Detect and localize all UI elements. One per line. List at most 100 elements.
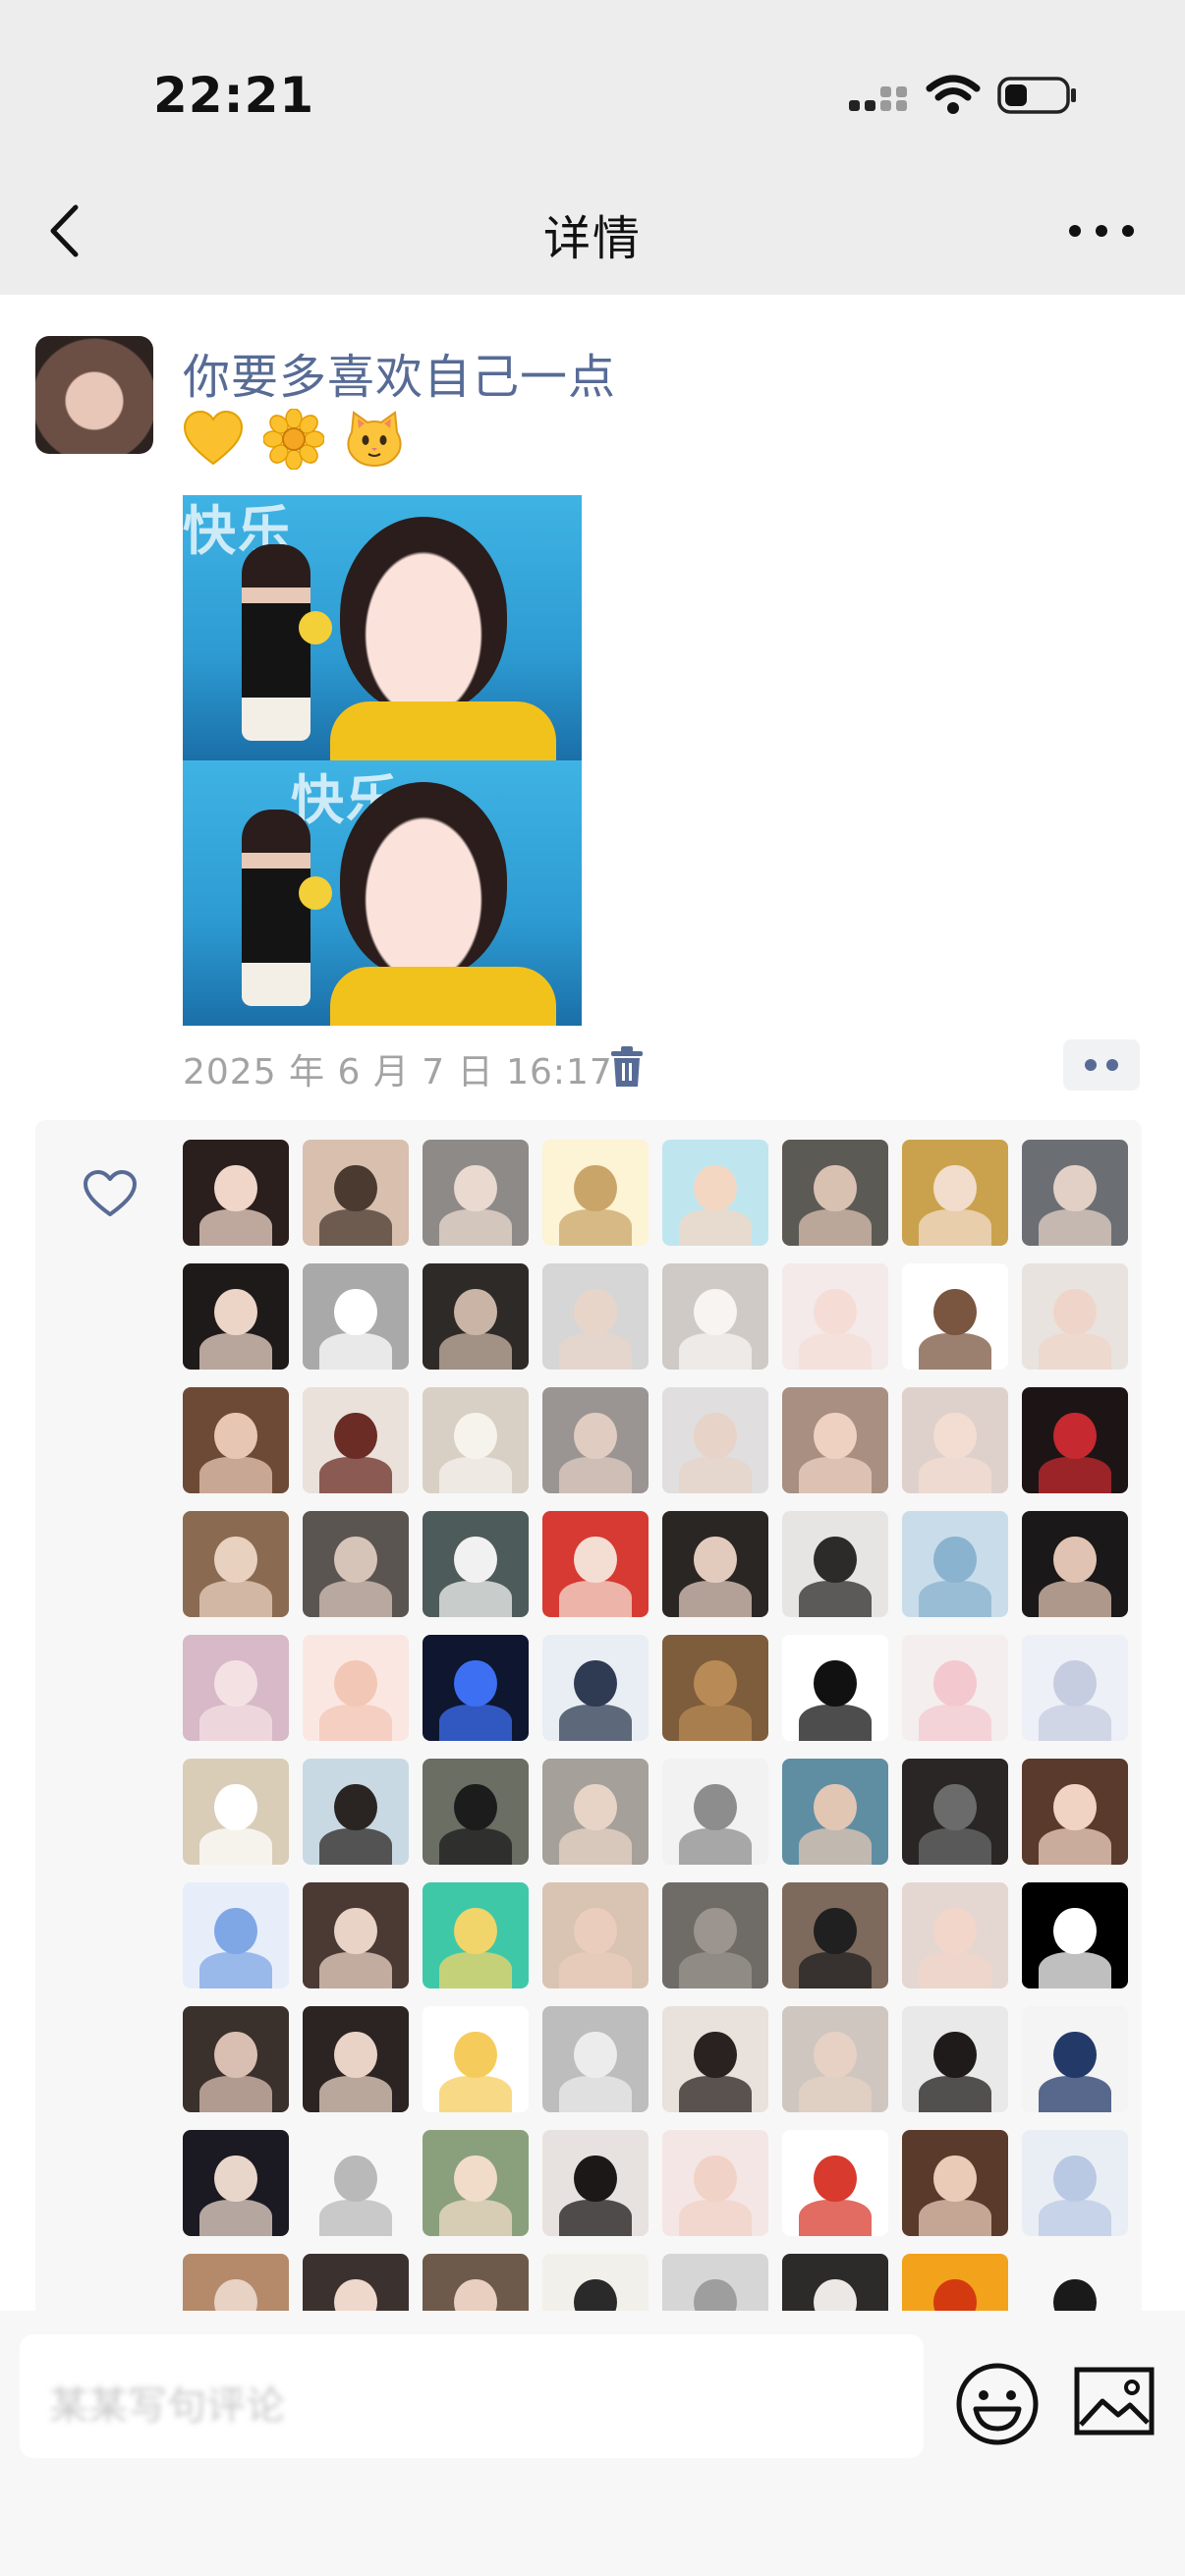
liker-avatar[interactable] xyxy=(423,1882,529,1988)
liker-avatar[interactable] xyxy=(662,1759,768,1865)
avatar-body-shape xyxy=(799,1333,872,1370)
liker-avatar[interactable] xyxy=(902,1511,1008,1617)
liker-avatar[interactable] xyxy=(303,1635,409,1741)
liker-avatar[interactable] xyxy=(662,1140,768,1246)
avatar-body-shape xyxy=(319,1828,392,1865)
liker-avatar[interactable] xyxy=(303,1263,409,1370)
liker-avatar[interactable] xyxy=(183,1387,289,1493)
liker-avatar[interactable] xyxy=(1022,2130,1128,2236)
liker-avatar[interactable] xyxy=(1022,1387,1128,1493)
liker-avatar[interactable] xyxy=(183,1263,289,1370)
liker-avatar[interactable] xyxy=(782,1511,888,1617)
liker-avatar[interactable] xyxy=(423,1511,529,1617)
avatar-body-shape xyxy=(199,1209,272,1246)
avatar-head-shape xyxy=(574,1536,617,1584)
liker-avatar[interactable] xyxy=(183,1759,289,1865)
liker-avatar[interactable] xyxy=(1022,1635,1128,1741)
avatar-head-shape xyxy=(1053,1164,1097,1212)
liker-avatar[interactable] xyxy=(1022,1263,1128,1370)
liker-avatar[interactable] xyxy=(782,1263,888,1370)
liker-avatar[interactable] xyxy=(782,1759,888,1865)
liker-avatar[interactable] xyxy=(1022,1882,1128,1988)
avatar-body-shape xyxy=(439,2076,512,2112)
avatar-body-shape xyxy=(319,2076,392,2112)
liker-avatar[interactable] xyxy=(183,1635,289,1741)
liker-avatar[interactable] xyxy=(183,1511,289,1617)
liker-avatar[interactable] xyxy=(902,1263,1008,1370)
liker-avatar[interactable] xyxy=(542,1882,649,1988)
liker-avatar[interactable] xyxy=(542,1387,649,1493)
liker-avatar[interactable] xyxy=(303,1511,409,1617)
liker-avatar[interactable] xyxy=(423,2130,529,2236)
liker-avatar[interactable] xyxy=(423,1635,529,1741)
liker-avatar[interactable] xyxy=(303,1759,409,1865)
liker-avatar[interactable] xyxy=(902,1759,1008,1865)
liker-avatar[interactable] xyxy=(902,1882,1008,1988)
avatar-head-shape xyxy=(334,1783,377,1831)
liker-avatar[interactable] xyxy=(782,1140,888,1246)
liker-avatar[interactable] xyxy=(782,2006,888,2112)
liker-avatar[interactable] xyxy=(542,2006,649,2112)
liker-avatar[interactable] xyxy=(1022,2006,1128,2112)
trash-icon[interactable] xyxy=(607,1045,647,1089)
liker-avatar[interactable] xyxy=(1022,1140,1128,1246)
liker-avatar[interactable] xyxy=(303,1882,409,1988)
liker-avatar[interactable] xyxy=(902,2006,1008,2112)
liker-avatar[interactable] xyxy=(183,2130,289,2236)
liker-avatar[interactable] xyxy=(423,1140,529,1246)
liker-avatar[interactable] xyxy=(423,2006,529,2112)
liker-avatar[interactable] xyxy=(542,1511,649,1617)
avatar-head-shape xyxy=(454,1783,497,1831)
liker-avatar-grid xyxy=(183,1140,1142,2328)
avatar-head-shape xyxy=(574,1783,617,1831)
liker-avatar[interactable] xyxy=(423,1263,529,1370)
author-name[interactable]: 你要多喜欢自己一点 xyxy=(183,338,616,407)
liker-avatar[interactable] xyxy=(542,1635,649,1741)
liker-avatar[interactable] xyxy=(662,2130,768,2236)
liker-avatar[interactable] xyxy=(662,1387,768,1493)
liker-avatar[interactable] xyxy=(303,2130,409,2236)
liker-avatar[interactable] xyxy=(662,1635,768,1741)
liker-avatar[interactable] xyxy=(303,1140,409,1246)
liker-avatar[interactable] xyxy=(1022,1759,1128,1865)
liker-avatar[interactable] xyxy=(423,1387,529,1493)
liker-avatar[interactable] xyxy=(542,1759,649,1865)
status-time: 22:21 xyxy=(153,67,315,124)
liker-avatar[interactable] xyxy=(303,2006,409,2112)
avatar-body-shape xyxy=(439,1705,512,1741)
liker-avatar[interactable] xyxy=(1022,1511,1128,1617)
liker-avatar[interactable] xyxy=(662,1263,768,1370)
liker-avatar[interactable] xyxy=(183,1882,289,1988)
liker-avatar[interactable] xyxy=(423,1759,529,1865)
liker-avatar[interactable] xyxy=(183,1140,289,1246)
liker-avatar[interactable] xyxy=(662,1511,768,1617)
liker-avatar[interactable] xyxy=(662,1882,768,1988)
liker-avatar[interactable] xyxy=(542,2130,649,2236)
liker-avatar[interactable] xyxy=(782,2130,888,2236)
avatar-head-shape xyxy=(214,2155,257,2203)
comment-input[interactable]: 某某写句评论 xyxy=(20,2334,924,2458)
liker-avatar[interactable] xyxy=(662,2006,768,2112)
liker-avatar[interactable] xyxy=(902,1635,1008,1741)
liker-avatar[interactable] xyxy=(902,2130,1008,2236)
liker-avatar[interactable] xyxy=(542,1263,649,1370)
avatar-body-shape xyxy=(1039,1209,1111,1246)
liker-avatar[interactable] xyxy=(902,1140,1008,1246)
liker-avatar[interactable] xyxy=(542,1140,649,1246)
liker-avatar[interactable] xyxy=(782,1635,888,1741)
sunflower-icon xyxy=(263,409,324,470)
more-dot-icon xyxy=(1096,225,1107,237)
liker-avatar[interactable] xyxy=(782,1882,888,1988)
liker-avatar[interactable] xyxy=(782,1387,888,1493)
like-comment-button[interactable] xyxy=(1063,1039,1140,1091)
liker-avatar[interactable] xyxy=(303,1387,409,1493)
liker-avatar[interactable] xyxy=(183,2006,289,2112)
post-image[interactable]: 快乐 快乐 xyxy=(183,495,582,1026)
more-options-button[interactable] xyxy=(1069,211,1134,251)
emoji-icon[interactable] xyxy=(953,2360,1042,2448)
image-icon[interactable] xyxy=(1073,2366,1156,2436)
avatar-body-shape xyxy=(919,1457,991,1493)
liker-avatar[interactable] xyxy=(902,1387,1008,1493)
author-avatar[interactable] xyxy=(35,336,153,454)
avatar-body-shape xyxy=(919,1333,991,1370)
